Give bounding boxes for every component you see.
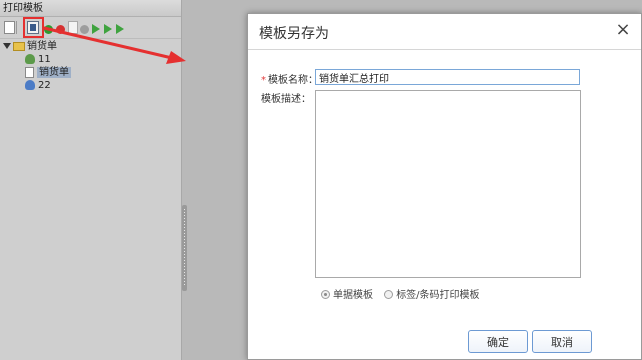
tree-item[interactable]: 22 (25, 79, 51, 92)
user-icon (25, 80, 35, 90)
template-type-radio-group: 单据模板 标签/条码打印模板 (321, 286, 488, 301)
radio-label: 标签/条码打印模板 (396, 290, 480, 301)
document-icon (25, 66, 34, 78)
folder-icon (13, 41, 25, 51)
splitter-handle[interactable] (182, 205, 187, 291)
dialog-title: 模板另存为 (259, 26, 329, 42)
save-as-dialog: 模板另存为 × *模板名称： 模板描述： 单据模板 标签/条码打印模板 确定 取… (247, 13, 642, 360)
tree-item-label: 销货单 (37, 67, 71, 78)
expand-caret-icon[interactable] (3, 43, 11, 49)
confirm-button[interactable]: 确定 (468, 330, 528, 353)
new-template-icon[interactable] (4, 21, 15, 34)
close-icon[interactable]: × (613, 20, 633, 40)
panel-title: 打印模板 (0, 0, 181, 17)
template-name-label-text: 模板名称： (268, 75, 318, 86)
cancel-button[interactable]: 取消 (532, 330, 592, 353)
template-desc-textarea[interactable] (315, 90, 581, 278)
annotation-arrow (42, 26, 186, 64)
user-group-icon (25, 54, 35, 64)
required-mark: * (261, 75, 266, 86)
template-name-input[interactable] (315, 69, 580, 85)
radio-bill-template[interactable]: 单据模板 (321, 286, 373, 301)
radio-checked-icon[interactable] (321, 290, 330, 299)
radio-unchecked-icon[interactable] (384, 290, 394, 299)
toolbar-separator (16, 21, 22, 34)
tree-item-label: 22 (38, 80, 51, 91)
template-name-label: * 模板名称： (261, 71, 318, 86)
radio-label-template[interactable]: 标签/条码打印模板 (384, 286, 480, 301)
tree-item[interactable]: 销货单 (25, 66, 71, 79)
template-desc-label: 模板描述： (261, 94, 311, 105)
dialog-header: 模板另存为 × (248, 14, 641, 50)
radio-label: 单据模板 (333, 290, 373, 301)
